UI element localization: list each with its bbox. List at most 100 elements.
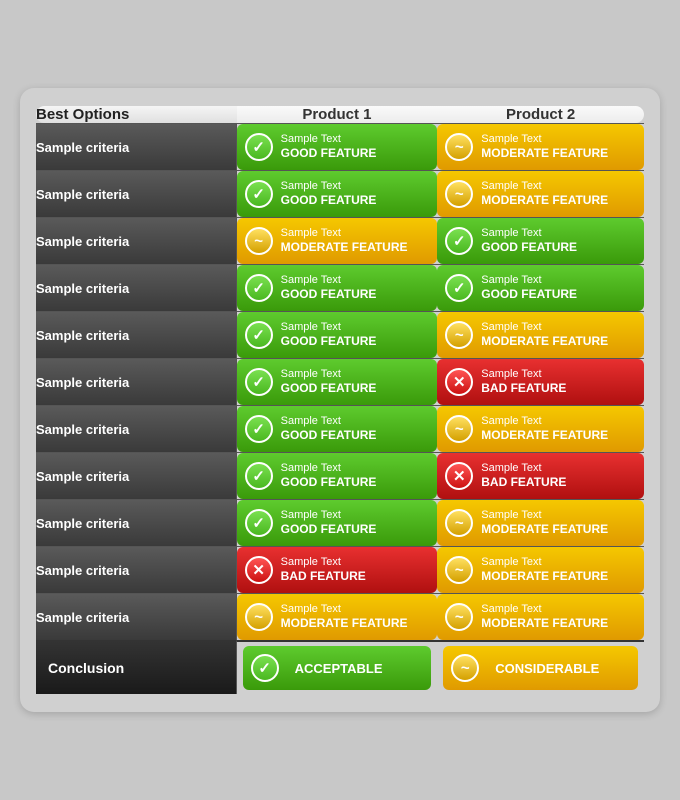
feature-cell: ~Sample TextMODERATE FEATURE [437,593,644,640]
criteria-cell: Sample criteria [36,499,237,546]
feature-cell: ✓ Sample TextGOOD FEATURE [237,170,438,217]
table-row: Sample criteria ✓ Sample TextGOOD FEATURE ~… [36,170,644,217]
criteria-cell: Sample criteria [36,452,237,499]
bad-icon: ✕ [445,462,473,490]
feature-text: Sample TextGOOD FEATURE [281,509,377,537]
feature-text: Sample TextBAD FEATURE [481,462,566,490]
good-icon: ✓ [245,321,273,349]
header-product2: Product 2 [437,106,644,123]
feature-text: Sample TextGOOD FEATURE [281,321,377,349]
feature-inner-good: ✓Sample TextGOOD FEATURE [237,265,438,311]
feature-label: MODERATE FEATURE [481,334,608,348]
conclusion-label: Conclusion [36,640,237,694]
feature-inner-good: ✓ Sample TextGOOD FEATURE [237,406,438,452]
feature-inner-moderate: ~Sample TextMODERATE FEATURE [437,171,644,217]
feature-cell: ✓Sample TextGOOD FEATURE [237,358,438,405]
feature-text: Sample TextGOOD FEATURE [281,133,377,161]
good-icon: ✓ [445,227,473,255]
feature-label: MODERATE FEATURE [481,616,608,630]
feature-sample-text: Sample Text [281,274,377,287]
feature-cell: ✓ Sample TextGOOD FEATURE [237,499,438,546]
feature-sample-text: Sample Text [281,462,377,475]
moderate-icon: ~ [245,603,273,631]
feature-label: MODERATE FEATURE [481,146,608,160]
feature-cell: ~Sample TextMODERATE FEATURE [237,217,438,264]
feature-inner-bad: ✕ Sample TextBAD FEATURE [437,453,644,499]
moderate-icon: ~ [445,509,473,537]
feature-label: GOOD FEATURE [481,240,577,254]
feature-inner-bad: ✕Sample TextBAD FEATURE [437,359,644,405]
criteria-cell: Sample criteria [36,123,237,170]
feature-inner-good: ✓Sample TextGOOD FEATURE [437,265,644,311]
feature-text: Sample TextBAD FEATURE [281,556,366,584]
criteria-cell: Sample criteria [36,170,237,217]
criteria-cell: Sample criteria [36,217,237,264]
good-icon: ✓ [245,274,273,302]
table-row: Sample criteria✓Sample TextGOOD FEATURE~… [36,311,644,358]
moderate-icon: ~ [445,180,473,208]
feature-inner-bad: ✕Sample TextBAD FEATURE [237,547,438,593]
feature-label: MODERATE FEATURE [481,193,608,207]
good-icon: ✓ [245,462,273,490]
feature-inner-moderate: ~Sample TextMODERATE FEATURE [437,124,644,170]
header-best-options: Best Options [36,106,237,123]
table-row: Sample criteria✓Sample TextGOOD FEATURE~… [36,123,644,170]
feature-cell: ✓Sample TextGOOD FEATURE [437,264,644,311]
feature-sample-text: Sample Text [481,368,566,381]
feature-cell: ✓Sample TextGOOD FEATURE [237,264,438,311]
criteria-cell: Sample criteria [36,311,237,358]
table-row: Sample criteria✓Sample TextGOOD FEATURE~… [36,405,644,452]
feature-text: Sample TextGOOD FEATURE [281,462,377,490]
feature-label: GOOD FEATURE [281,146,377,160]
moderate-icon: ~ [445,321,473,349]
feature-label: MODERATE FEATURE [481,522,608,536]
good-icon: ✓ [245,180,273,208]
feature-inner-good: ✓ Sample TextGOOD FEATURE [237,171,438,217]
moderate-icon: ~ [445,415,473,443]
conclusion-inner-moderate: ~CONSIDERABLE [443,646,638,690]
feature-label: GOOD FEATURE [281,193,377,207]
feature-cell: ~ Sample TextMODERATE FEATURE [437,499,644,546]
feature-label: GOOD FEATURE [281,381,377,395]
feature-cell: ~Sample TextMODERATE FEATURE [237,593,438,640]
feature-cell: ~Sample TextMODERATE FEATURE [437,546,644,593]
feature-label: GOOD FEATURE [281,334,377,348]
feature-text: Sample TextGOOD FEATURE [281,415,377,443]
feature-label: MODERATE FEATURE [281,240,408,254]
feature-inner-moderate: ~ Sample TextMODERATE FEATURE [437,312,644,358]
good-icon: ✓ [245,415,273,443]
feature-inner-good: ✓Sample TextGOOD FEATURE [237,359,438,405]
feature-sample-text: Sample Text [481,227,577,240]
feature-cell: ✕ Sample TextBAD FEATURE [437,452,644,499]
feature-text: Sample TextMODERATE FEATURE [481,509,608,537]
table-row: Sample criteria✓Sample TextGOOD FEATURE✓… [36,264,644,311]
conclusion-cell: ~CONSIDERABLE [437,640,644,694]
feature-inner-moderate: ~ Sample TextMODERATE FEATURE [437,406,644,452]
feature-sample-text: Sample Text [481,462,566,475]
feature-sample-text: Sample Text [281,556,366,569]
feature-sample-text: Sample Text [481,321,608,334]
conclusion-cell: ✓ACCEPTABLE [237,640,438,694]
feature-inner-moderate: ~Sample TextMODERATE FEATURE [237,594,438,640]
header-product1: Product 1 [237,106,438,123]
feature-sample-text: Sample Text [281,133,377,146]
table-row: Sample criteria ✓ Sample TextGOOD FEATURE ✕… [36,452,644,499]
good-icon: ✓ [445,274,473,302]
feature-text: Sample TextGOOD FEATURE [281,180,377,208]
feature-cell: ✕Sample TextBAD FEATURE [237,546,438,593]
feature-inner-moderate: ~Sample TextMODERATE FEATURE [437,547,644,593]
feature-label: GOOD FEATURE [281,522,377,536]
feature-text: Sample TextGOOD FEATURE [481,227,577,255]
feature-sample-text: Sample Text [481,415,608,428]
feature-cell: ~ Sample TextMODERATE FEATURE [437,405,644,452]
table-row: Sample criteria✓Sample TextGOOD FEATURE✕… [36,358,644,405]
feature-text: Sample TextMODERATE FEATURE [481,556,608,584]
conclusion-good-icon: ✓ [251,654,279,682]
feature-label: MODERATE FEATURE [481,428,608,442]
feature-cell: ~ Sample TextMODERATE FEATURE [437,311,644,358]
criteria-cell: Sample criteria [36,358,237,405]
feature-inner-good: ✓ Sample TextGOOD FEATURE [237,453,438,499]
good-icon: ✓ [245,509,273,537]
comparison-table-wrapper: Best Options Product 1 Product 2 Sample … [20,88,660,712]
feature-label: MODERATE FEATURE [281,616,408,630]
